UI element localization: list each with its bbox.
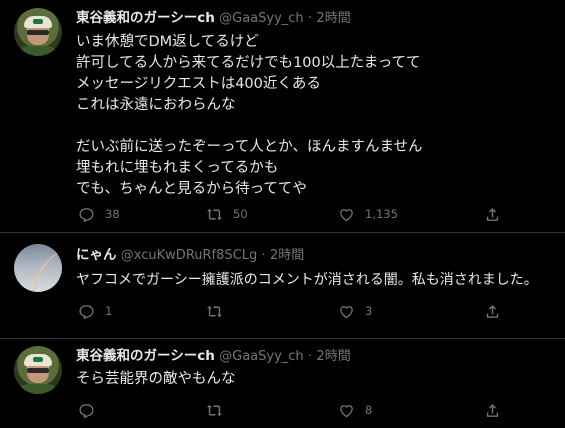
tweet-text: ヤフコメでガーシー擁護派のコメントが消される闇。私も消されました。	[76, 270, 538, 291]
tweet-line: だいぶ前に送ったぞーって人とか、ほんますんません	[76, 139, 423, 155]
avatar[interactable]	[14, 8, 62, 56]
timestamp[interactable]: 2時間	[316, 11, 350, 26]
display-name[interactable]: にゃん	[76, 247, 117, 263]
like-count: 3	[365, 304, 373, 318]
tweet-line: いま休憩でDM返してるけど	[76, 34, 259, 50]
avatar-glasses	[27, 368, 49, 373]
avatar[interactable]	[14, 346, 62, 394]
tweet[interactable]: 東谷義和のガーシーch @GaaSyy_ch · 2時間 そら芸能界の敵やもんな…	[0, 338, 565, 428]
share-icon	[486, 403, 499, 417]
tweet-text: いま休憩でDM返してるけど 許可してる人から来てるだけでも100以上たまってて …	[76, 32, 423, 200]
separator-dot: ·	[307, 11, 313, 26]
avatar-cap	[24, 354, 52, 366]
reply-button[interactable]: 1	[78, 301, 112, 321]
tweet[interactable]: 東谷義和のガーシーch @GaaSyy_ch · 2時間 いま休憩でDM返してる…	[0, 0, 565, 232]
avatar-glasses	[27, 30, 49, 35]
avatar-shirt	[18, 46, 58, 56]
reply-button[interactable]	[78, 400, 105, 420]
reply-icon	[79, 207, 94, 222]
retweet-button[interactable]	[206, 400, 233, 420]
avatar[interactable]	[14, 244, 62, 292]
like-button[interactable]: 3	[338, 301, 372, 321]
retweet-icon	[207, 404, 222, 416]
tweet-text: そら芸能界の敵やもんな	[76, 369, 236, 390]
avatar-shirt	[18, 384, 58, 394]
retweet-icon	[207, 305, 222, 317]
timestamp[interactable]: 2時間	[270, 248, 304, 263]
separator-dot: ·	[307, 349, 313, 364]
reply-icon	[79, 304, 94, 319]
reply-button[interactable]: 38	[78, 204, 120, 224]
share-button[interactable]	[484, 400, 511, 420]
like-count: 8	[365, 403, 373, 417]
heart-icon	[340, 305, 353, 318]
tweet-line: メッセージリクエストは400近くある	[76, 76, 321, 92]
tweet-header: 東谷義和のガーシーch @GaaSyy_ch · 2時間	[76, 346, 351, 366]
share-button[interactable]	[484, 301, 511, 321]
reply-count: 38	[105, 207, 120, 221]
tweet[interactable]: にゃん @xcuKwDRuRf8SCLg · 2時間 ヤフコメでガーシー擁護派の…	[0, 232, 565, 338]
tweet-line: そら芸能界の敵やもんな	[76, 371, 236, 387]
like-button[interactable]: 8	[338, 400, 372, 420]
like-button[interactable]: 1,135	[338, 204, 398, 224]
retweet-button[interactable]	[206, 301, 233, 321]
heart-icon	[340, 208, 353, 221]
avatar-rainbow-arc	[23, 244, 62, 292]
user-handle[interactable]: @GaaSyy_ch	[219, 349, 304, 364]
tweet-line: でも、ちゃんと見るから待っててや	[76, 181, 307, 197]
heart-icon	[340, 404, 353, 417]
tweet-header: にゃん @xcuKwDRuRf8SCLg · 2時間	[76, 245, 304, 265]
tweet-line: ヤフコメでガーシー擁護派のコメントが消される闇。私も消されました。	[76, 272, 538, 288]
user-handle[interactable]: @xcuKwDRuRf8SCLg	[121, 248, 257, 263]
tweet-header: 東谷義和のガーシーch @GaaSyy_ch · 2時間	[76, 8, 351, 28]
timestamp[interactable]: 2時間	[316, 349, 350, 364]
retweet-icon	[207, 208, 222, 220]
share-icon	[486, 207, 499, 221]
reply-count: 1	[105, 304, 113, 318]
retweet-count: 50	[233, 207, 248, 221]
like-count: 1,135	[365, 207, 398, 221]
tweet-line: 許可してる人から来てるだけでも100以上たまってて	[76, 55, 421, 71]
reply-icon	[79, 403, 94, 418]
tweet-line: これは永遠におわらんな	[76, 97, 236, 113]
tweet-line: 埋もれに埋もれまくってるかも	[76, 160, 279, 176]
user-handle[interactable]: @GaaSyy_ch	[219, 11, 304, 26]
display-name[interactable]: 東谷義和のガーシーch	[76, 348, 215, 364]
display-name[interactable]: 東谷義和のガーシーch	[76, 10, 215, 26]
share-button[interactable]	[484, 204, 511, 224]
separator-dot: ·	[261, 248, 266, 263]
share-icon	[486, 304, 499, 318]
avatar-cap	[24, 16, 52, 28]
retweet-button[interactable]: 50	[206, 204, 248, 224]
